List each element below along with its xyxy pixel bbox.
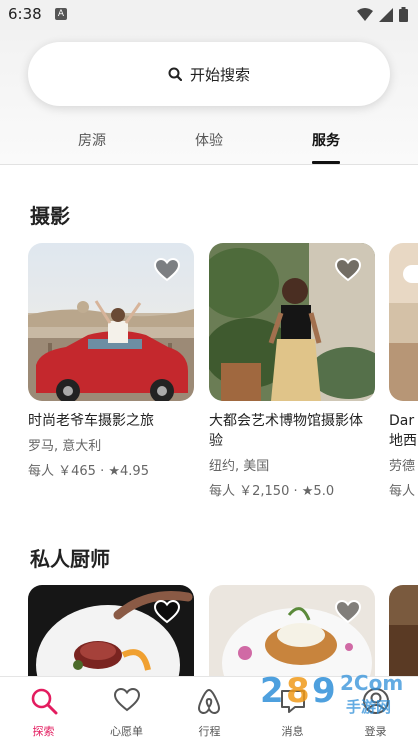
tab-listings[interactable]: 房源 [62, 130, 122, 164]
tab-experiences[interactable]: 体验 [179, 130, 239, 164]
heart-icon [113, 687, 141, 712]
section-title-photography: 摄影 [30, 204, 70, 228]
notification-icon: A [55, 8, 67, 20]
card-title: 大都会艺术博物馆摄影体验 [209, 413, 363, 449]
card-title: 时尚老爷车摄影之旅 [28, 413, 154, 429]
service-card[interactable]: Dar 地西 劳德 每人 [389, 243, 418, 499]
card-rating: 4.95 [120, 464, 149, 479]
nav-explore[interactable]: 探索 [2, 677, 85, 744]
card-title: Dar 地西 [389, 411, 418, 451]
star-icon: ★ [108, 464, 121, 479]
nav-label: 登录 [364, 725, 387, 738]
service-card[interactable] [28, 585, 194, 676]
steak-dish-photo [28, 585, 194, 676]
nav-label: 心愿单 [110, 725, 143, 738]
card-location: 劳德 [389, 459, 416, 474]
watermark-logo: 2 8 9 2Com 手游网 [250, 660, 418, 720]
card-photo [28, 243, 194, 401]
svg-text:2: 2 [260, 671, 284, 711]
tab-label: 服务 [312, 133, 340, 149]
card-title-line2: 地西 [389, 433, 417, 449]
nav-label: 消息 [281, 725, 304, 738]
tab-label: 体验 [195, 133, 223, 149]
signal-icon [379, 7, 393, 22]
search-icon [168, 67, 182, 81]
svg-text:2Com: 2Com [340, 671, 403, 695]
card-location: 纽约, 美国 [209, 459, 270, 474]
nav-trips[interactable]: 行程 [168, 677, 251, 744]
explore-header: 开始搜索 房源 体验 服务 [0, 30, 418, 165]
battery-icon [399, 7, 408, 22]
watermark-graphic: 2 8 9 2Com 手游网 [260, 671, 403, 716]
card-location: 罗马, 意大利 [28, 439, 102, 454]
card-price: 每人 ￥2,150 [209, 484, 290, 499]
tab-services[interactable]: 服务 [296, 130, 356, 164]
card-photo [28, 585, 194, 676]
beach-photo [389, 243, 418, 401]
airbnb-logo-icon [197, 688, 221, 715]
category-tabs: 房源 体验 服务 [0, 130, 418, 164]
nav-label: 探索 [32, 725, 55, 738]
svg-text:手游网: 手游网 [346, 698, 391, 716]
card-photo [209, 243, 375, 401]
service-card[interactable]: 大都会艺术博物馆摄影体验 纽约, 美国 每人 ￥2,150 · ★5.0 [209, 243, 375, 499]
wishlist-heart-icon[interactable] [335, 600, 361, 624]
wishlist-heart-icon[interactable] [154, 600, 180, 624]
svg-text:8: 8 [286, 671, 310, 711]
search-bar[interactable]: 开始搜索 [28, 42, 390, 106]
wishlist-heart-icon[interactable] [154, 258, 180, 282]
active-tab-indicator [312, 161, 340, 164]
card-price-rating: 每人 ￥2,150 · ★5.0 [209, 484, 335, 499]
status-time: 6:38 [8, 5, 42, 23]
card-price: 每人 [389, 484, 416, 499]
search-placeholder: 开始搜索 [189, 65, 250, 84]
star-icon: ★ [301, 484, 314, 499]
card-rating: 5.0 [313, 484, 335, 499]
search-icon [31, 688, 58, 715]
wishlist-heart-icon[interactable] [335, 258, 361, 282]
nav-wishlist[interactable]: 心愿单 [85, 677, 168, 744]
service-card[interactable]: 时尚老爷车摄影之旅 罗马, 意大利 每人 ￥465 · ★4.95 [28, 243, 194, 479]
card-photo [389, 243, 418, 401]
svg-text:9: 9 [312, 671, 336, 711]
section-title-private-chef: 私人厨师 [30, 547, 110, 571]
status-icons [357, 7, 408, 22]
tab-label: 房源 [78, 133, 106, 149]
wifi-icon [357, 7, 373, 21]
card-price: 每人 ￥465 [28, 464, 96, 479]
card-price-rating: 每人 ￥465 · ★4.95 [28, 464, 149, 479]
nav-label: 行程 [198, 725, 221, 738]
card-title-line1: Dar [389, 413, 415, 429]
status-bar: 6:38 A [0, 0, 418, 30]
